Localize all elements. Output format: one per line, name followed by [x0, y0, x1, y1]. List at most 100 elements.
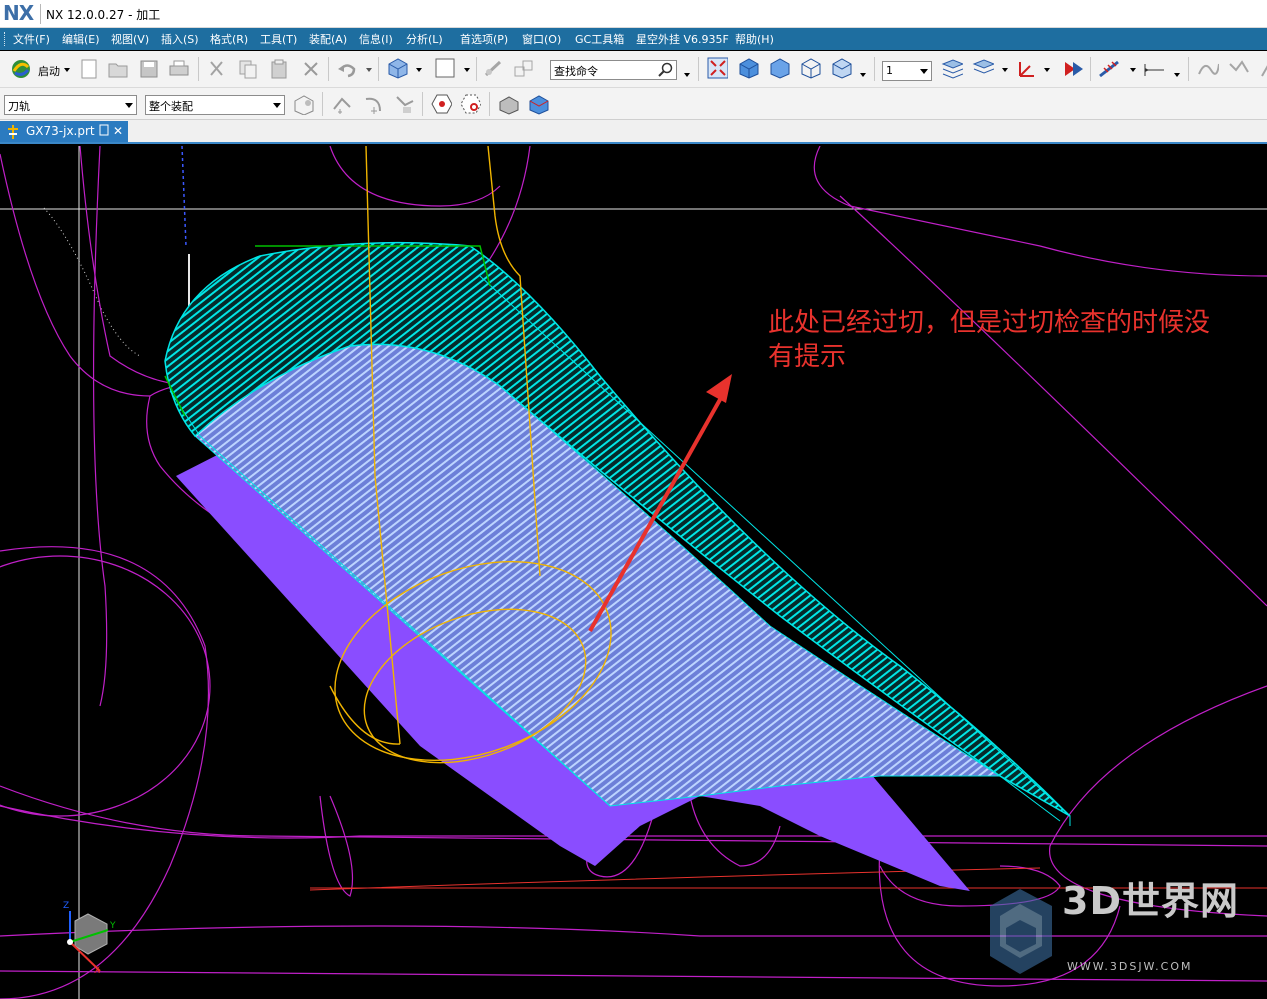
toolbar-separator: [476, 57, 477, 81]
delete-icon[interactable]: [300, 58, 322, 80]
render-dropdown-arrow[interactable]: [416, 68, 422, 72]
close-icon[interactable]: ✕: [113, 124, 123, 138]
tab-gx73-prt[interactable]: GX73-jx.prt ✕: [0, 121, 128, 142]
menu-file[interactable]: 文件(F): [13, 31, 50, 47]
watermark-url: WWW.3DSJW.COM: [1067, 960, 1193, 973]
overcut-annotation: 此处已经过切，但是过切检查的时候没 有提示: [768, 306, 1267, 374]
menu-plugin[interactable]: 星空外挂 V6.935F: [636, 31, 729, 47]
triad-z-label: Z: [63, 901, 70, 911]
wcs-dropdown-arrow[interactable]: [1044, 68, 1050, 72]
title-separator: [40, 4, 41, 24]
toolbar-separator: [1090, 57, 1091, 81]
selection-scope-value: 整个装配: [149, 100, 193, 113]
snap-grid-icon[interactable]: [393, 93, 415, 115]
triad-y-label: Y: [110, 921, 116, 931]
chevron-down-icon: [920, 69, 928, 74]
menu-tools[interactable]: 工具(T): [260, 31, 297, 47]
watermark-brand: 3D世界网: [1062, 879, 1239, 923]
graphics-viewport[interactable]: Z Y X 此处已经过切，但是过切检查的时候没 有提示 3D世界网 WWW.3D…: [0, 146, 1267, 999]
hidden-lines-icon[interactable]: [830, 57, 852, 79]
menu-help[interactable]: 帮助(H): [735, 31, 774, 47]
paste-icon[interactable]: [268, 58, 290, 80]
dimension-icon[interactable]: [1142, 58, 1164, 80]
snap-endpoint-icon[interactable]: [330, 93, 352, 115]
menu-assembly[interactable]: 装配(A): [309, 31, 347, 47]
start-app-icon[interactable]: [10, 58, 32, 80]
snap-midpoint-icon[interactable]: [362, 93, 384, 115]
start-dropdown-arrow[interactable]: [64, 68, 70, 72]
show-hide-icon[interactable]: [1062, 58, 1084, 80]
dimension-dropdown-arrow[interactable]: [1174, 73, 1180, 77]
copy-icon[interactable]: [237, 58, 259, 80]
open-folder-icon[interactable]: [107, 58, 129, 80]
edit-section-icon[interactable]: [513, 58, 535, 80]
save-icon[interactable]: [138, 58, 160, 80]
print-icon[interactable]: [168, 58, 190, 80]
toolbar-separator: [198, 57, 199, 81]
undo-dropdown-arrow[interactable]: [366, 68, 372, 72]
shaded-view-icon[interactable]: [737, 57, 759, 79]
menu-analysis[interactable]: 分析(L): [406, 31, 443, 47]
selection-scope-select[interactable]: 整个装配: [145, 95, 285, 115]
cut-icon[interactable]: [206, 58, 228, 80]
spline-icon[interactable]: [1228, 58, 1250, 80]
type-filter-value: 刀轨: [8, 100, 30, 113]
toolbar-separator: [489, 92, 490, 116]
part-file-icon: [6, 124, 20, 143]
render-style-icon[interactable]: [386, 57, 408, 79]
menu-bar: 文件(F) 编辑(E) 视图(V) 插入(S) 格式(R) 工具(T) 装配(A…: [0, 28, 1267, 50]
command-finder-input[interactable]: 查找命令: [550, 60, 677, 80]
document-tab-bar: GX73-jx.prt ✕: [0, 120, 1267, 144]
menu-view[interactable]: 视图(V): [111, 31, 149, 47]
measure-distance-icon[interactable]: [1098, 58, 1120, 80]
finder-dropdown-arrow[interactable]: [684, 73, 690, 77]
start-button[interactable]: 启动: [38, 63, 60, 79]
move-to-layer-icon[interactable]: [972, 58, 994, 80]
menu-format[interactable]: 格式(R): [210, 31, 248, 47]
point-on-face-icon[interactable]: [459, 93, 481, 115]
fit-view-icon[interactable]: [706, 57, 728, 79]
menu-gc-toolbox[interactable]: GC工具箱: [575, 31, 624, 47]
command-finder-text: 查找命令: [554, 65, 598, 78]
toolbar-separator: [1188, 57, 1189, 81]
work-layer-value: 1: [886, 64, 893, 77]
new-file-icon[interactable]: [78, 58, 100, 80]
sketch-icon[interactable]: [1255, 58, 1267, 80]
title-bar: NX NX 12.0.0.27 - 加工: [0, 0, 1267, 28]
toolbar-separator: [378, 57, 379, 81]
menu-preferences[interactable]: 首选项(P): [460, 31, 508, 47]
menu-window[interactable]: 窗口(O): [522, 31, 561, 47]
annotation-line-1: 此处已经过切，但是过切检查的时候没: [768, 308, 1211, 338]
menu-grip[interactable]: [4, 32, 7, 46]
menu-edit[interactable]: 编辑(E): [62, 31, 100, 47]
filter-settings-icon[interactable]: [292, 93, 314, 115]
workpiece-icon[interactable]: [527, 93, 549, 115]
toolbar-separator: [322, 92, 323, 116]
snap-point-icon[interactable]: [483, 58, 505, 80]
background-color-icon[interactable]: [434, 57, 456, 79]
curve-icon[interactable]: [1197, 58, 1219, 80]
type-filter-select[interactable]: 刀轨: [4, 95, 137, 115]
hole-feature-icon[interactable]: [430, 93, 452, 115]
blank-stock-icon[interactable]: [497, 93, 519, 115]
shaded-edges-icon[interactable]: [768, 57, 790, 79]
annotation-line-2: 有提示: [768, 342, 847, 372]
work-layer-select[interactable]: 1: [882, 61, 932, 81]
modified-icon: [99, 124, 109, 139]
measure-dropdown-arrow[interactable]: [1130, 68, 1136, 72]
chevron-down-icon: [125, 103, 133, 108]
menu-information[interactable]: 信息(I): [359, 31, 393, 47]
toolbar-separator: [874, 57, 875, 81]
layer-dropdown-arrow[interactable]: [1002, 68, 1008, 72]
view-dropdown-arrow[interactable]: [860, 73, 866, 77]
wcs-icon[interactable]: [1014, 58, 1036, 80]
undo-icon[interactable]: [336, 58, 358, 80]
layer-settings-icon[interactable]: [941, 58, 963, 80]
search-icon[interactable]: [658, 62, 673, 79]
nx-window: NX NX 12.0.0.27 - 加工 文件(F) 编辑(E) 视图(V) 插…: [0, 0, 1267, 999]
menu-insert[interactable]: 插入(S): [161, 31, 199, 47]
background-dropdown-arrow[interactable]: [464, 68, 470, 72]
toolbar-separator: [328, 57, 329, 81]
wireframe-view-icon[interactable]: [799, 57, 821, 79]
toolbar-separator: [698, 57, 699, 81]
